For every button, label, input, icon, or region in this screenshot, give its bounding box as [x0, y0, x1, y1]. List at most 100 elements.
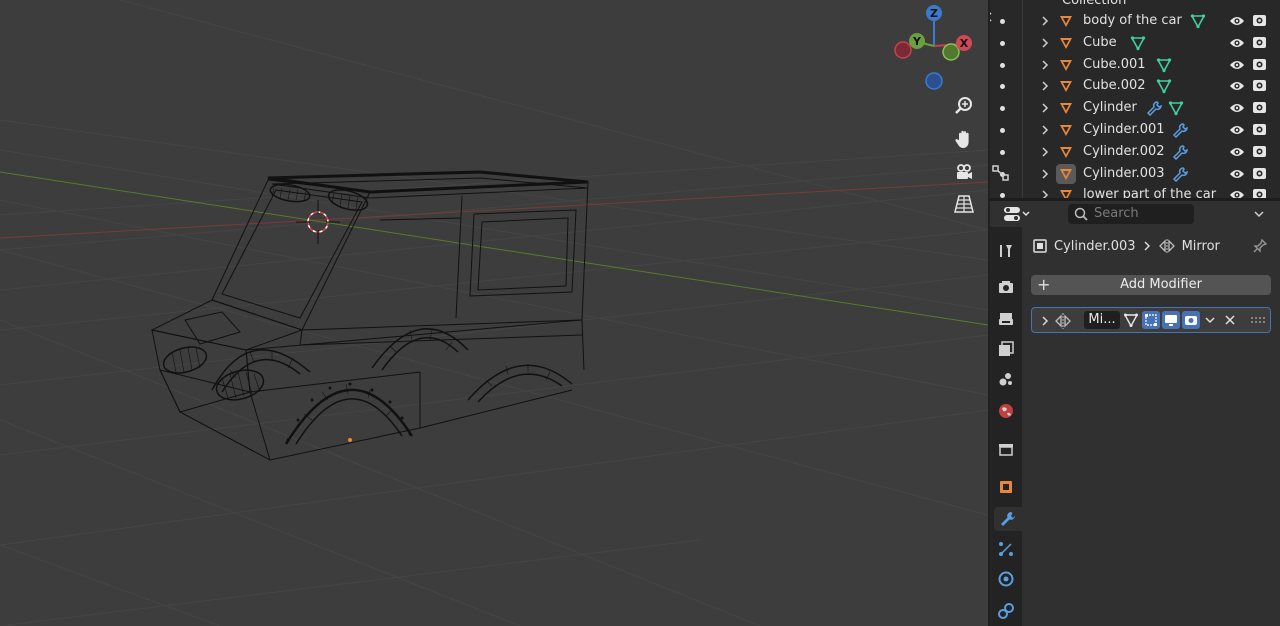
render-camera-icon[interactable]: [1252, 78, 1267, 93]
eye-icon[interactable]: [1229, 36, 1245, 50]
tab-output[interactable]: [994, 307, 1018, 331]
modifier-wrench-icon[interactable]: [1172, 122, 1188, 139]
expand-chevron-icon[interactable]: [1040, 145, 1050, 159]
outliner-item[interactable]: Cube.001: [990, 54, 1280, 76]
options-chevron-down-icon[interactable]: [1252, 207, 1266, 221]
edit-mode-toggle[interactable]: [1142, 311, 1160, 329]
expand-chevron-icon[interactable]: [1040, 314, 1050, 328]
tab-view-layer[interactable]: [994, 337, 1018, 361]
expand-chevron-icon[interactable]: [1040, 58, 1050, 72]
render-camera-icon[interactable]: [1252, 13, 1267, 28]
outliner-item-label: Cylinder.001: [1083, 122, 1165, 137]
object-square-icon: [1033, 239, 1047, 253]
render-camera-icon[interactable]: [1252, 144, 1267, 159]
grid-floor: [0, 0, 988, 626]
outliner-item[interactable]: Cylinder.003: [990, 163, 1280, 185]
expand-chevron-icon[interactable]: [1040, 14, 1050, 28]
collapse-chevron-icon[interactable]: [990, 10, 996, 24]
render-camera-icon[interactable]: [1252, 57, 1267, 72]
eye-icon[interactable]: [1229, 188, 1245, 198]
perspective-toggle-button[interactable]: [950, 190, 978, 218]
expand-chevron-icon[interactable]: [1040, 79, 1050, 93]
tab-particles[interactable]: [994, 537, 1018, 561]
eye-icon[interactable]: [1229, 167, 1245, 181]
render-camera-icon[interactable]: [1252, 35, 1267, 50]
tab-world[interactable]: [994, 399, 1018, 423]
outliner-item[interactable]: Cube.002: [990, 75, 1280, 97]
render-toggle[interactable]: [1182, 311, 1200, 329]
eye-icon[interactable]: [1229, 58, 1245, 72]
expand-chevron-icon[interactable]: [1040, 188, 1050, 198]
zoom-button[interactable]: [950, 92, 978, 120]
modifier-wrench-icon[interactable]: [1172, 144, 1188, 160]
modifier-icon: [1001, 512, 1015, 526]
mesh-data-icon[interactable]: [1168, 100, 1184, 116]
editor-type-dropdown[interactable]: [1002, 205, 1032, 223]
tab-tool[interactable]: [994, 239, 1018, 263]
tab-render[interactable]: [994, 275, 1018, 299]
outliner-item[interactable]: Cylinder.002: [990, 141, 1280, 163]
tab-constraints[interactable]: [994, 599, 1018, 623]
tab-collection[interactable]: [994, 437, 1018, 461]
eye-icon[interactable]: [1229, 123, 1245, 137]
viewport-display-toggle[interactable]: [1162, 311, 1180, 329]
expand-chevron-icon[interactable]: [1040, 101, 1050, 115]
expand-chevron-icon[interactable]: [1040, 167, 1050, 181]
outliner-item-label: lower part of the car: [1083, 187, 1217, 198]
visibility-dot[interactable]: [1000, 149, 1005, 155]
drag-handle-icon[interactable]: [1250, 316, 1266, 324]
visibility-dot[interactable]: [1000, 128, 1005, 133]
on-cage-toggle[interactable]: [1122, 311, 1140, 329]
modifier-name-field[interactable]: Mi...: [1084, 311, 1120, 329]
gizmo-z-label: Z: [930, 7, 938, 20]
properties-search-field[interactable]: Search: [1068, 204, 1194, 224]
tab-scene[interactable]: [994, 367, 1018, 391]
mirror-modifier-icon: [1158, 239, 1175, 253]
render-camera-icon[interactable]: [1252, 100, 1267, 115]
tab-modifier[interactable]: [994, 507, 1022, 531]
properties-editor-icon: [1004, 207, 1030, 221]
camera-view-button[interactable]: [950, 158, 978, 186]
modifier-wrench-icon[interactable]: [1146, 100, 1162, 117]
mesh-data-icon[interactable]: [1190, 13, 1206, 29]
eye-icon[interactable]: [1229, 145, 1245, 159]
mesh-data-icon[interactable]: [1156, 78, 1172, 95]
pin-icon[interactable]: [1252, 238, 1268, 254]
outliner[interactable]: Collection body of the car Cube Cube.001 Cu…: [990, 0, 1280, 198]
mesh-data-icon[interactable]: [1130, 35, 1146, 51]
outliner-item[interactable]: lower part of the car: [990, 184, 1280, 198]
add-modifier-button[interactable]: + Add Modifier: [1031, 275, 1271, 295]
eye-icon[interactable]: [1229, 14, 1245, 28]
render-camera-icon[interactable]: [1252, 166, 1267, 181]
outliner-item[interactable]: Cylinder: [990, 97, 1280, 119]
modifier-menu-chevron-down-icon[interactable]: [1204, 314, 1216, 326]
pan-button[interactable]: [950, 125, 978, 153]
expand-chevron-icon[interactable]: [1040, 36, 1050, 50]
scene-icon: [999, 373, 1012, 386]
outliner-item[interactable]: Cylinder.001: [990, 119, 1280, 141]
render-camera-icon[interactable]: [1252, 187, 1267, 198]
mesh-data-icon[interactable]: [1156, 57, 1172, 73]
outliner-item[interactable]: body of the car: [990, 10, 1280, 32]
eye-icon[interactable]: [1229, 101, 1245, 115]
outliner-item[interactable]: Cube: [990, 32, 1280, 54]
mirror-modifier-panel[interactable]: Mi...: [1031, 307, 1271, 333]
render-camera-icon[interactable]: [1252, 122, 1267, 137]
eye-icon[interactable]: [1229, 79, 1245, 93]
modifier-wrench-icon[interactable]: [1172, 166, 1188, 182]
mirror-modifier-icon: [1055, 313, 1071, 329]
properties-editor[interactable]: Search Cylinder.003 Mirror + Add Modifie…: [990, 201, 1280, 626]
close-icon[interactable]: [1222, 312, 1238, 328]
3d-viewport[interactable]: Z X Y: [0, 0, 988, 626]
visibility-dot[interactable]: [1000, 62, 1005, 68]
outliner-item-label: Cylinder.002: [1083, 143, 1165, 159]
object-origin-tool-icon[interactable]: [990, 163, 1012, 183]
outliner-collection-row[interactable]: Collection: [990, 0, 1280, 8]
visibility-dot[interactable]: [1000, 106, 1005, 112]
visibility-dot[interactable]: [1000, 84, 1005, 90]
visibility-dot[interactable]: [1000, 40, 1005, 46]
tab-physics[interactable]: [994, 567, 1018, 591]
visibility-dot[interactable]: [1000, 19, 1005, 24]
expand-chevron-icon[interactable]: [1040, 123, 1050, 137]
tab-object[interactable]: [994, 475, 1018, 499]
